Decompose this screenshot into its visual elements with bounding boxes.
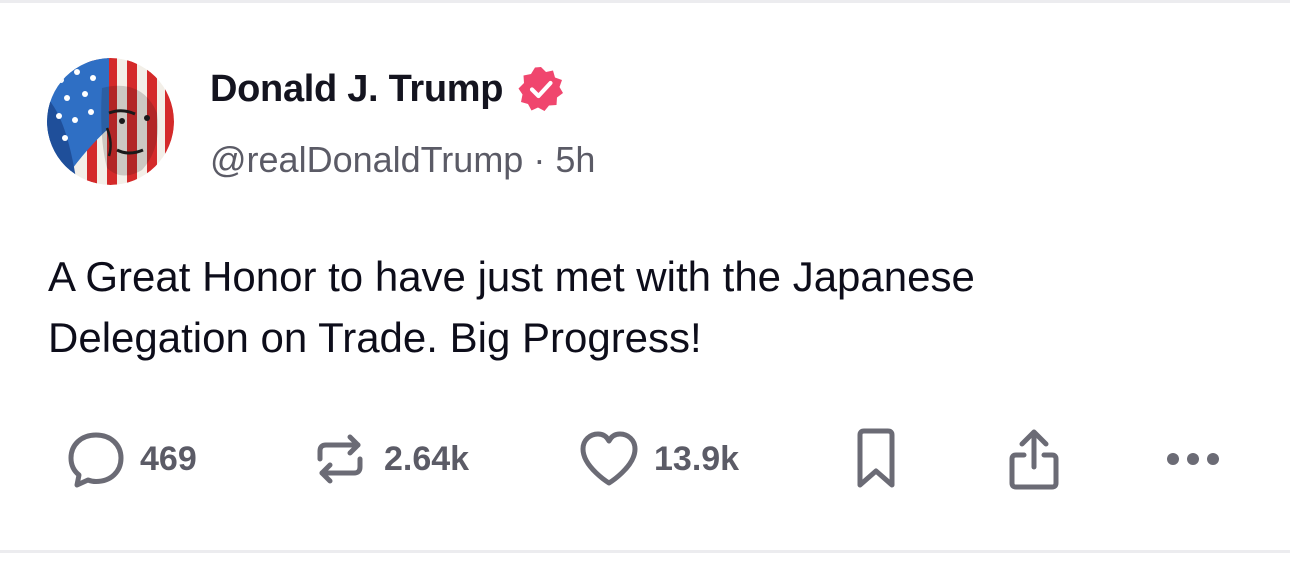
bookmark-icon [857, 428, 895, 488]
like-button[interactable]: 13.9k [578, 425, 739, 493]
verified-badge-icon [518, 67, 564, 111]
avatar[interactable] [47, 58, 174, 185]
more-horizontal-icon [1167, 453, 1219, 465]
comment-icon [68, 432, 124, 488]
repost-button[interactable]: 2.64k [310, 425, 469, 493]
share-button[interactable] [1006, 425, 1062, 493]
author-display-name[interactable]: Donald J. Trump [210, 68, 504, 111]
post-body: A Great Honor to have just met with the … [48, 246, 1248, 368]
repost-count: 2.64k [384, 439, 470, 478]
avatar-image [47, 58, 174, 185]
more-options-button[interactable] [1164, 425, 1224, 493]
reply-count: 469 [140, 439, 197, 478]
top-divider [0, 0, 1290, 3]
like-count: 13.9k [654, 439, 740, 478]
action-bar: 469 2.64k 13.9k [0, 425, 1290, 493]
post-text-line: Delegation on Trade. Big Progress! [48, 314, 702, 361]
author-handle[interactable]: @realDonaldTrump [210, 139, 523, 181]
post-text-line: A Great Honor to have just met with the … [48, 253, 975, 300]
bottom-divider [0, 550, 1290, 553]
post-timestamp[interactable]: 5h [555, 139, 595, 181]
repost-icon [317, 434, 363, 484]
heart-icon [580, 431, 638, 486]
author-row: Donald J. Trump [210, 62, 565, 116]
meta-separator: · [533, 139, 546, 180]
author-meta: @realDonaldTrump · 5h [210, 137, 595, 183]
share-icon [1009, 429, 1059, 490]
reply-button[interactable]: 469 [66, 425, 197, 493]
bookmark-button[interactable] [852, 425, 900, 493]
